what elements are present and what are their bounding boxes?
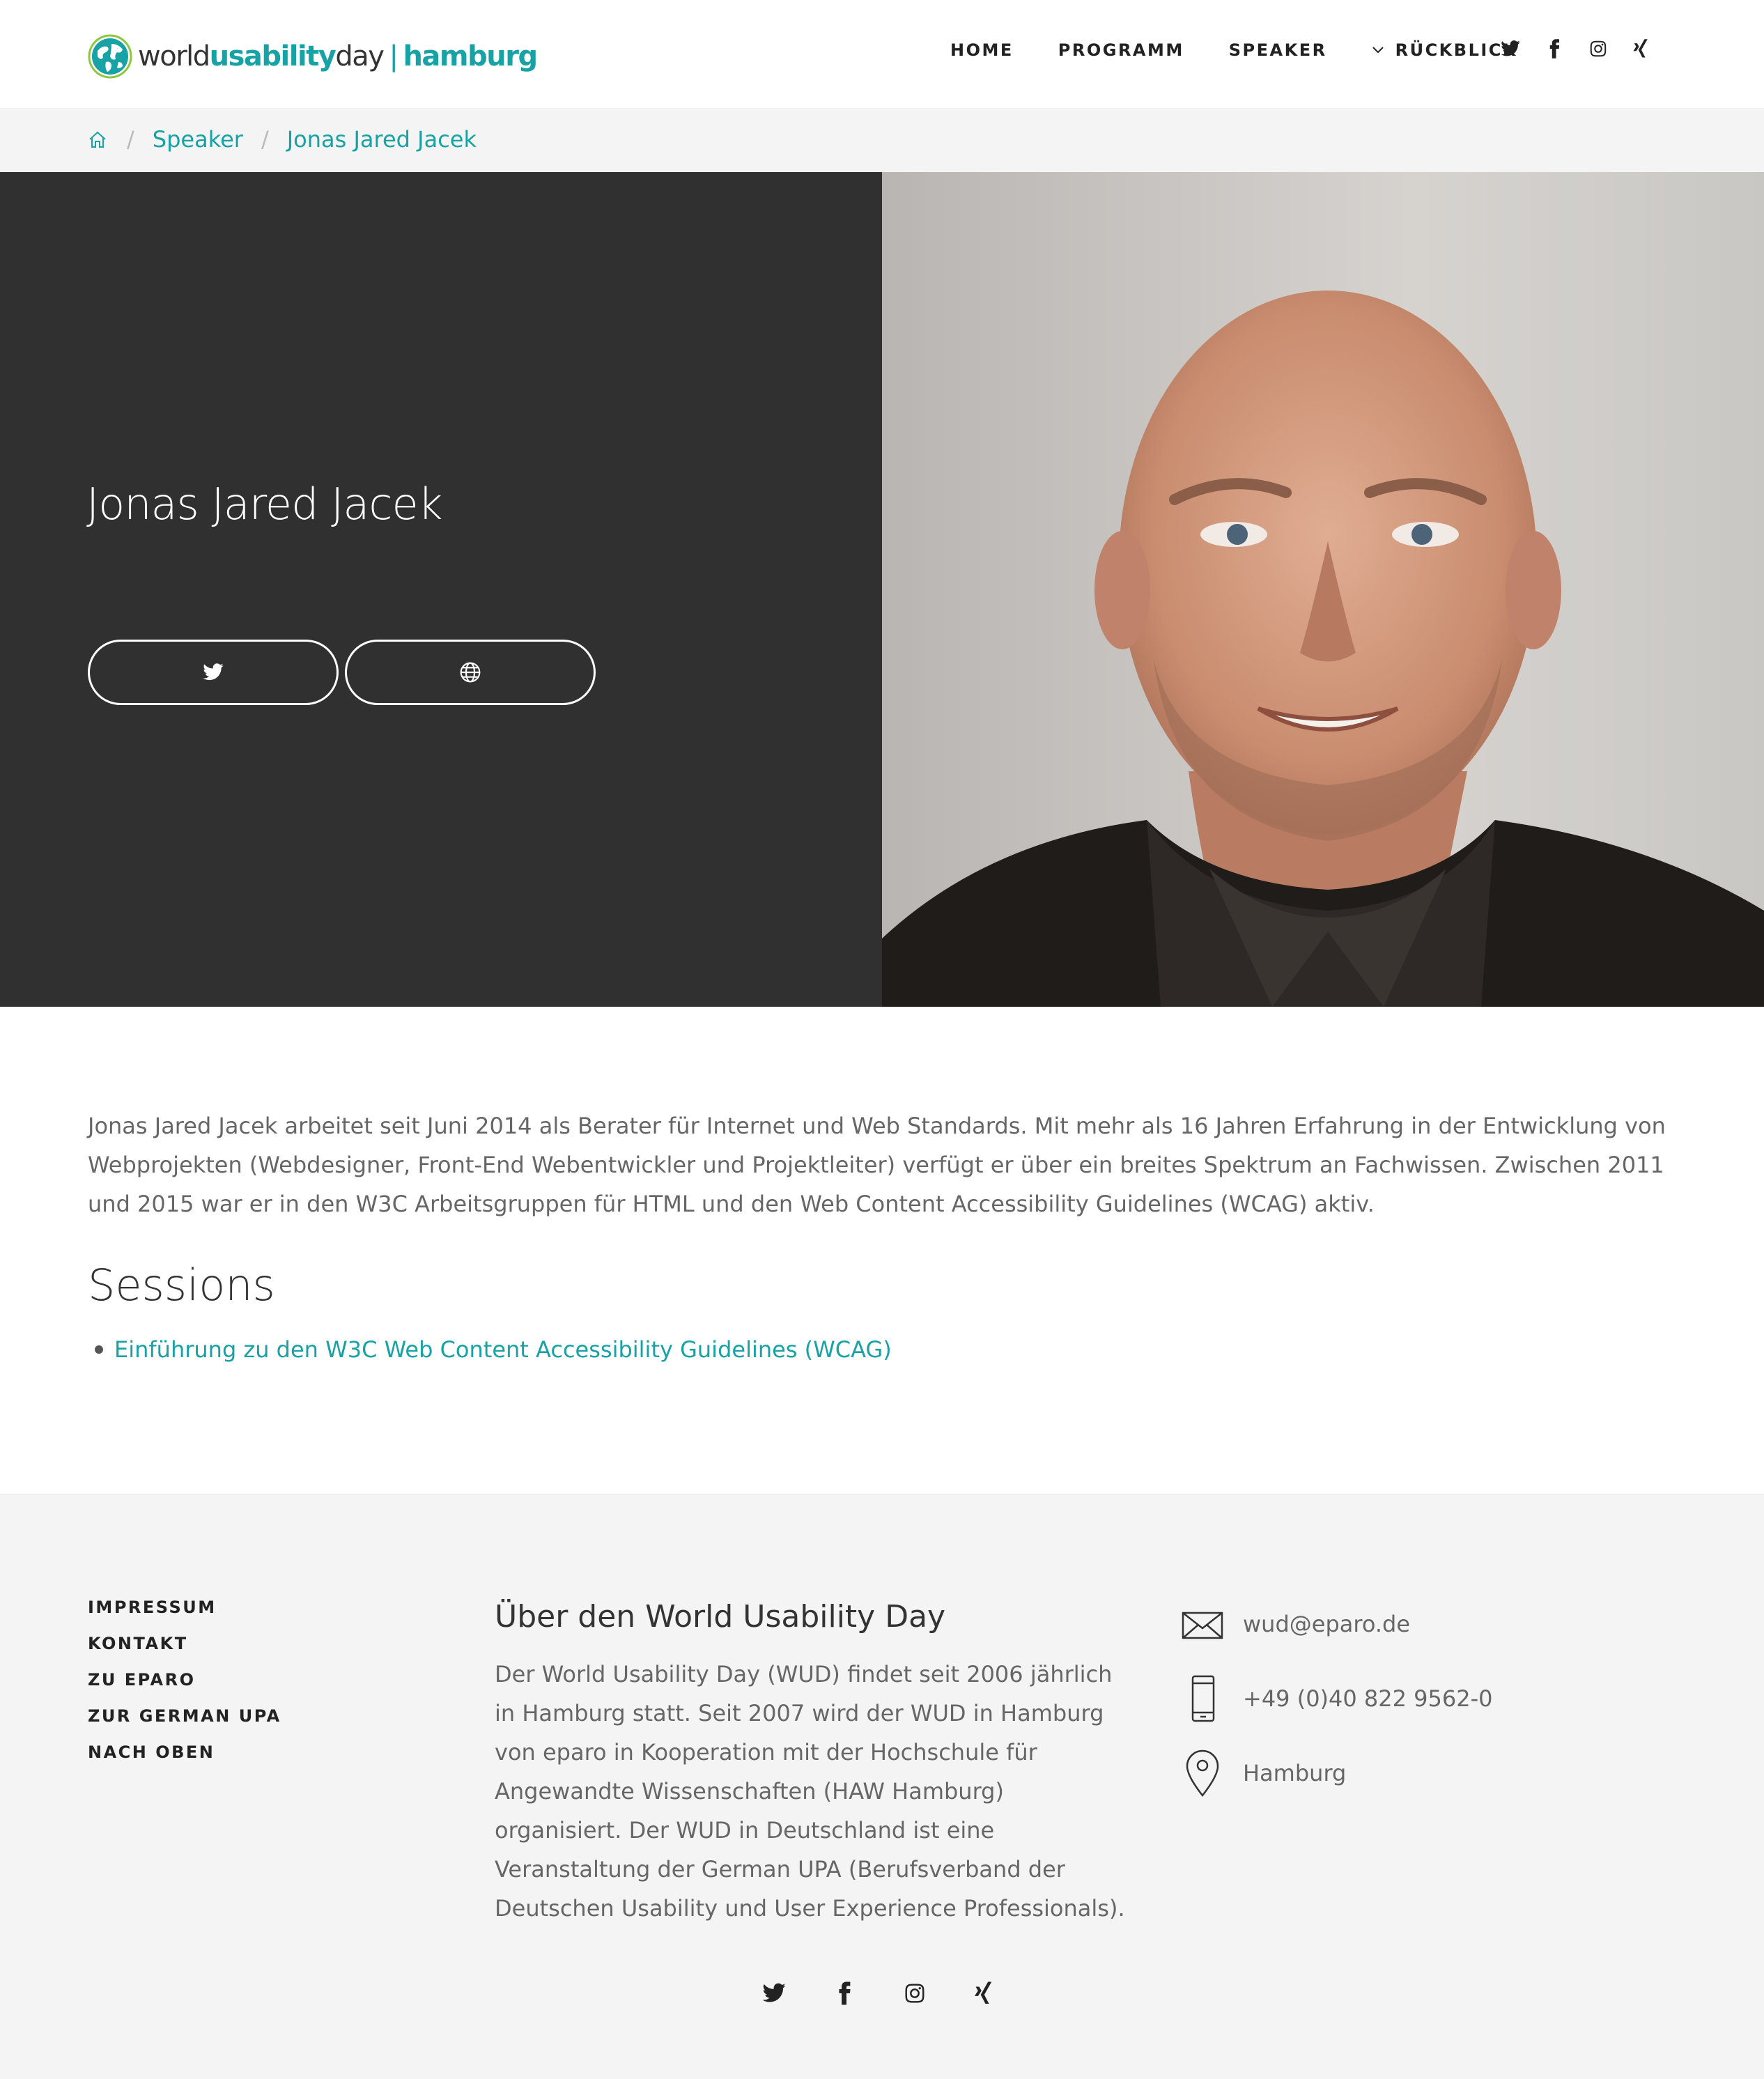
instagram-icon[interactable] [901, 1979, 929, 2007]
nav-item-rueckblick[interactable]: Rückblick [1372, 40, 1517, 60]
logo-city: hamburg [403, 40, 538, 72]
logo-usability: usability [209, 40, 336, 72]
map-pin-icon [1186, 1749, 1219, 1798]
footer-link-eparo[interactable]: zu eparo [88, 1671, 281, 1689]
contact-phone[interactable]: +49 (0)40 822 9562-0 [1180, 1674, 1493, 1724]
twitter-icon [203, 663, 224, 681]
breadcrumb-separator: / [127, 126, 134, 153]
speaker-name: Jonas Jared Jacek [86, 479, 443, 530]
mobile-phone-icon [1191, 1675, 1215, 1722]
about-text: Der World Usability Day (WUD) findet sei… [495, 1661, 1125, 1922]
logo-world: world [138, 40, 210, 72]
speaker-photo [882, 172, 1764, 1007]
contact-phone-text: +49 (0)40 822 9562-0 [1243, 1685, 1493, 1712]
logo-separator: | [389, 40, 398, 72]
twitter-icon[interactable] [760, 1979, 788, 2007]
breadcrumb-separator: / [261, 126, 269, 153]
list-item: Einführung zu den W3C Web Content Access… [88, 1336, 892, 1363]
session-link[interactable]: Einführung zu den W3C Web Content Access… [114, 1336, 892, 1363]
facebook-icon[interactable] [830, 1979, 858, 2007]
website-button[interactable] [345, 640, 596, 705]
nav-item-home[interactable]: Home [950, 40, 1014, 60]
contact-info: wud@eparo.de +49 (0)40 822 9562-0 Hambur… [1180, 1599, 1493, 1823]
footer-social-links [760, 1979, 1042, 2007]
site-logo[interactable]: worldusabilityday | hamburg [88, 32, 538, 81]
contact-email[interactable]: wud@eparo.de [1180, 1599, 1493, 1649]
xing-icon[interactable] [971, 1979, 999, 2007]
speaker-bio: Jonas Jared Jacek arbeitet seit Juni 201… [88, 1113, 1666, 1217]
sessions-heading: Sessions [88, 1260, 275, 1311]
globe-logo-icon [88, 34, 132, 79]
home-icon[interactable] [88, 130, 107, 149]
site-footer: Impressum Kontakt zu eparo zur German UP… [0, 1494, 1764, 2079]
footer-link-impressum[interactable]: Impressum [88, 1599, 281, 1616]
speaker-hero: Jonas Jared Jacek [0, 172, 882, 1007]
logo-text: worldusabilityday | hamburg [138, 40, 538, 72]
xing-icon[interactable] [1631, 38, 1653, 60]
about-heading: Über den World Usability Day [495, 1599, 946, 1634]
twitter-button[interactable] [88, 640, 339, 705]
chevron-down-icon [1372, 47, 1384, 54]
logo-day: day [335, 40, 385, 72]
nav-item-programm[interactable]: Programm [1058, 40, 1184, 60]
contact-email-text: wud@eparo.de [1243, 1611, 1411, 1637]
breadcrumb-item-speaker[interactable]: Speaker [153, 126, 243, 153]
header-social-links [1499, 38, 1675, 60]
twitter-icon[interactable] [1499, 38, 1522, 60]
globe-icon [460, 662, 481, 683]
contact-location-text: Hamburg [1243, 1760, 1347, 1786]
footer-link-german-upa[interactable]: zur German UPA [88, 1708, 281, 1725]
nav-item-speaker[interactable]: Speaker [1229, 40, 1327, 60]
footer-links: Impressum Kontakt zu eparo zur German UP… [88, 1599, 281, 1780]
facebook-icon[interactable] [1543, 38, 1565, 60]
contact-location: Hamburg [1180, 1748, 1493, 1798]
breadcrumb: / Speaker / Jonas Jared Jacek [0, 109, 1764, 172]
site-header: worldusabilityday | hamburg Home Programm … [0, 0, 1764, 109]
footer-link-nach-oben[interactable]: nach oben [88, 1744, 281, 1761]
envelope-icon [1182, 1612, 1223, 1639]
instagram-icon[interactable] [1587, 38, 1609, 60]
main-nav: Home Programm Speaker Rückblick [950, 40, 1562, 60]
breadcrumb-item-current[interactable]: Jonas Jared Jacek [287, 126, 477, 153]
footer-link-kontakt[interactable]: Kontakt [88, 1635, 281, 1653]
speaker-portrait-image [882, 172, 1764, 1007]
bullet-icon [95, 1345, 103, 1354]
session-list: Einführung zu den W3C Web Content Access… [88, 1336, 892, 1363]
